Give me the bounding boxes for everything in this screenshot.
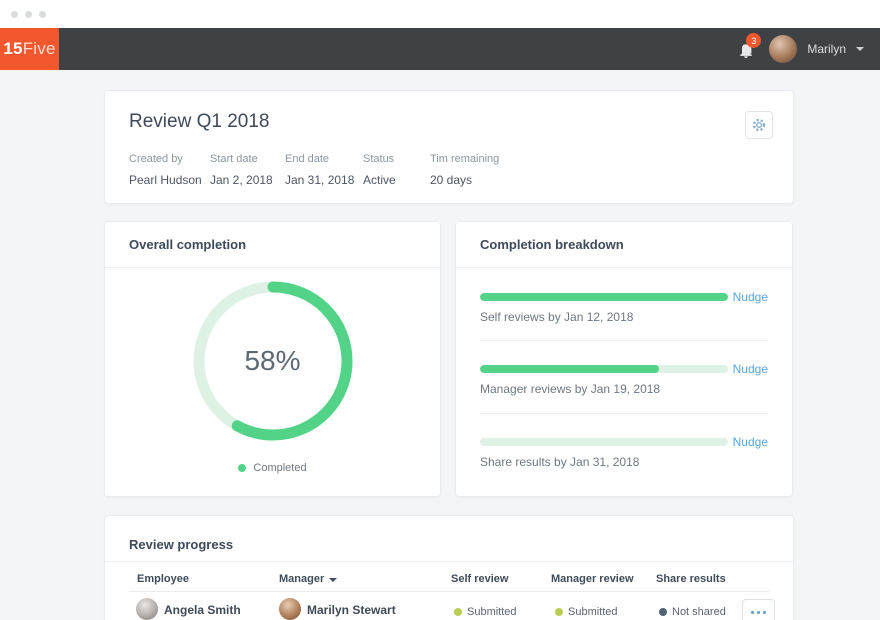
app-header: 15Five 3 Marilyn [0, 28, 880, 70]
meta-label: End date [285, 153, 363, 165]
divider [105, 561, 793, 562]
breakdown-label: Manager reviews by Jan 19, 2018 [480, 382, 768, 396]
completion-donut-chart: 58% [188, 276, 358, 446]
logo-bold-part: 15 [3, 39, 22, 59]
user-avatar[interactable] [769, 35, 797, 63]
breakdown-label: Share results by Jan 31, 2018 [480, 455, 768, 469]
meta-value: Jan 31, 2018 [285, 173, 363, 187]
user-name[interactable]: Marilyn [807, 42, 846, 56]
progress-track [480, 438, 728, 446]
progress-fill [480, 365, 659, 373]
status-dot-icon [659, 608, 667, 616]
status-dot-icon [454, 608, 462, 616]
window-titlebar [0, 0, 880, 28]
column-header-employee: Employee [137, 573, 189, 585]
notifications-button[interactable]: 3 [735, 37, 759, 61]
overall-completion-card: Overall completion 58% Completed [104, 221, 441, 497]
review-summary-card: Review Q1 2018 Created by Pearl Hudson S… [104, 90, 794, 204]
self-review-status: Submitted [467, 606, 517, 618]
meta-value: 20 days [430, 173, 499, 187]
divider [480, 413, 768, 414]
meta-label: Start date [210, 153, 285, 165]
meta-value: Active [363, 173, 430, 187]
progress-track [480, 293, 728, 301]
app-window: 15Five 3 Marilyn Review Q1 2018 Created … [0, 0, 880, 620]
meta-label: Created by [129, 153, 210, 165]
divider [480, 340, 768, 341]
more-options-icon [757, 611, 760, 614]
window-controls[interactable] [11, 11, 46, 18]
breakdown-row: Self reviews by Jan 12, 2018 Nudge [480, 293, 768, 324]
column-header-share-results: Share results [656, 573, 726, 585]
meta-value: Pearl Hudson [129, 173, 210, 187]
nudge-link[interactable]: Nudge [733, 435, 768, 449]
card-title: Review progress [129, 537, 233, 552]
manager-name[interactable]: Marilyn Stewart [307, 603, 396, 617]
donut-legend: Completed [105, 462, 440, 474]
status-dot-icon [555, 608, 563, 616]
settings-button[interactable] [745, 111, 773, 139]
column-header-self-review: Self review [451, 573, 508, 585]
gear-icon [751, 117, 767, 133]
review-progress-card: Review progress Employee Manager Self re… [104, 515, 794, 620]
employee-avatar [136, 598, 158, 620]
nudge-link[interactable]: Nudge [733, 362, 768, 376]
breakdown-label: Self reviews by Jan 12, 2018 [480, 310, 768, 324]
logo-light-part: Five [23, 39, 56, 59]
meta-label: Tim remaining [430, 153, 499, 165]
progress-fill [480, 293, 728, 301]
sort-descending-icon [329, 578, 337, 582]
window-control-dot[interactable] [11, 11, 18, 18]
column-header-manager-review: Manager review [551, 573, 634, 585]
window-control-dot[interactable] [25, 11, 32, 18]
divider [129, 591, 769, 592]
15five-logo[interactable]: 15Five [0, 28, 59, 70]
progress-track [480, 365, 728, 373]
row-more-options-button[interactable] [742, 599, 775, 620]
notification-count-badge: 3 [746, 33, 761, 48]
meta-label: Status [363, 153, 430, 165]
employee-name[interactable]: Angela Smith [164, 603, 241, 617]
breakdown-row: Manager reviews by Jan 19, 2018 Nudge [480, 365, 768, 396]
review-meta: Created by Pearl Hudson Start date Jan 2… [129, 153, 499, 187]
legend-dot-icon [238, 464, 246, 472]
manager-review-status: Submitted [568, 606, 618, 618]
page-title: Review Q1 2018 [129, 111, 269, 133]
more-options-icon [751, 611, 754, 614]
chevron-down-icon[interactable] [856, 47, 864, 51]
legend-label: Completed [253, 462, 306, 474]
column-header-manager-label: Manager [279, 573, 324, 585]
card-title: Overall completion [105, 222, 440, 268]
card-title: Completion breakdown [456, 222, 792, 268]
share-results-status: Not shared [672, 606, 726, 618]
breakdown-row: Share results by Jan 31, 2018 Nudge [480, 438, 768, 469]
completion-breakdown-card: Completion breakdown Self reviews by Jan… [455, 221, 793, 497]
meta-value: Jan 2, 2018 [210, 173, 285, 187]
column-header-manager[interactable]: Manager [279, 573, 337, 585]
more-options-icon [763, 611, 766, 614]
window-control-dot[interactable] [39, 11, 46, 18]
nudge-link[interactable]: Nudge [733, 290, 768, 304]
manager-avatar [279, 598, 301, 620]
completion-percent: 58% [188, 276, 358, 446]
